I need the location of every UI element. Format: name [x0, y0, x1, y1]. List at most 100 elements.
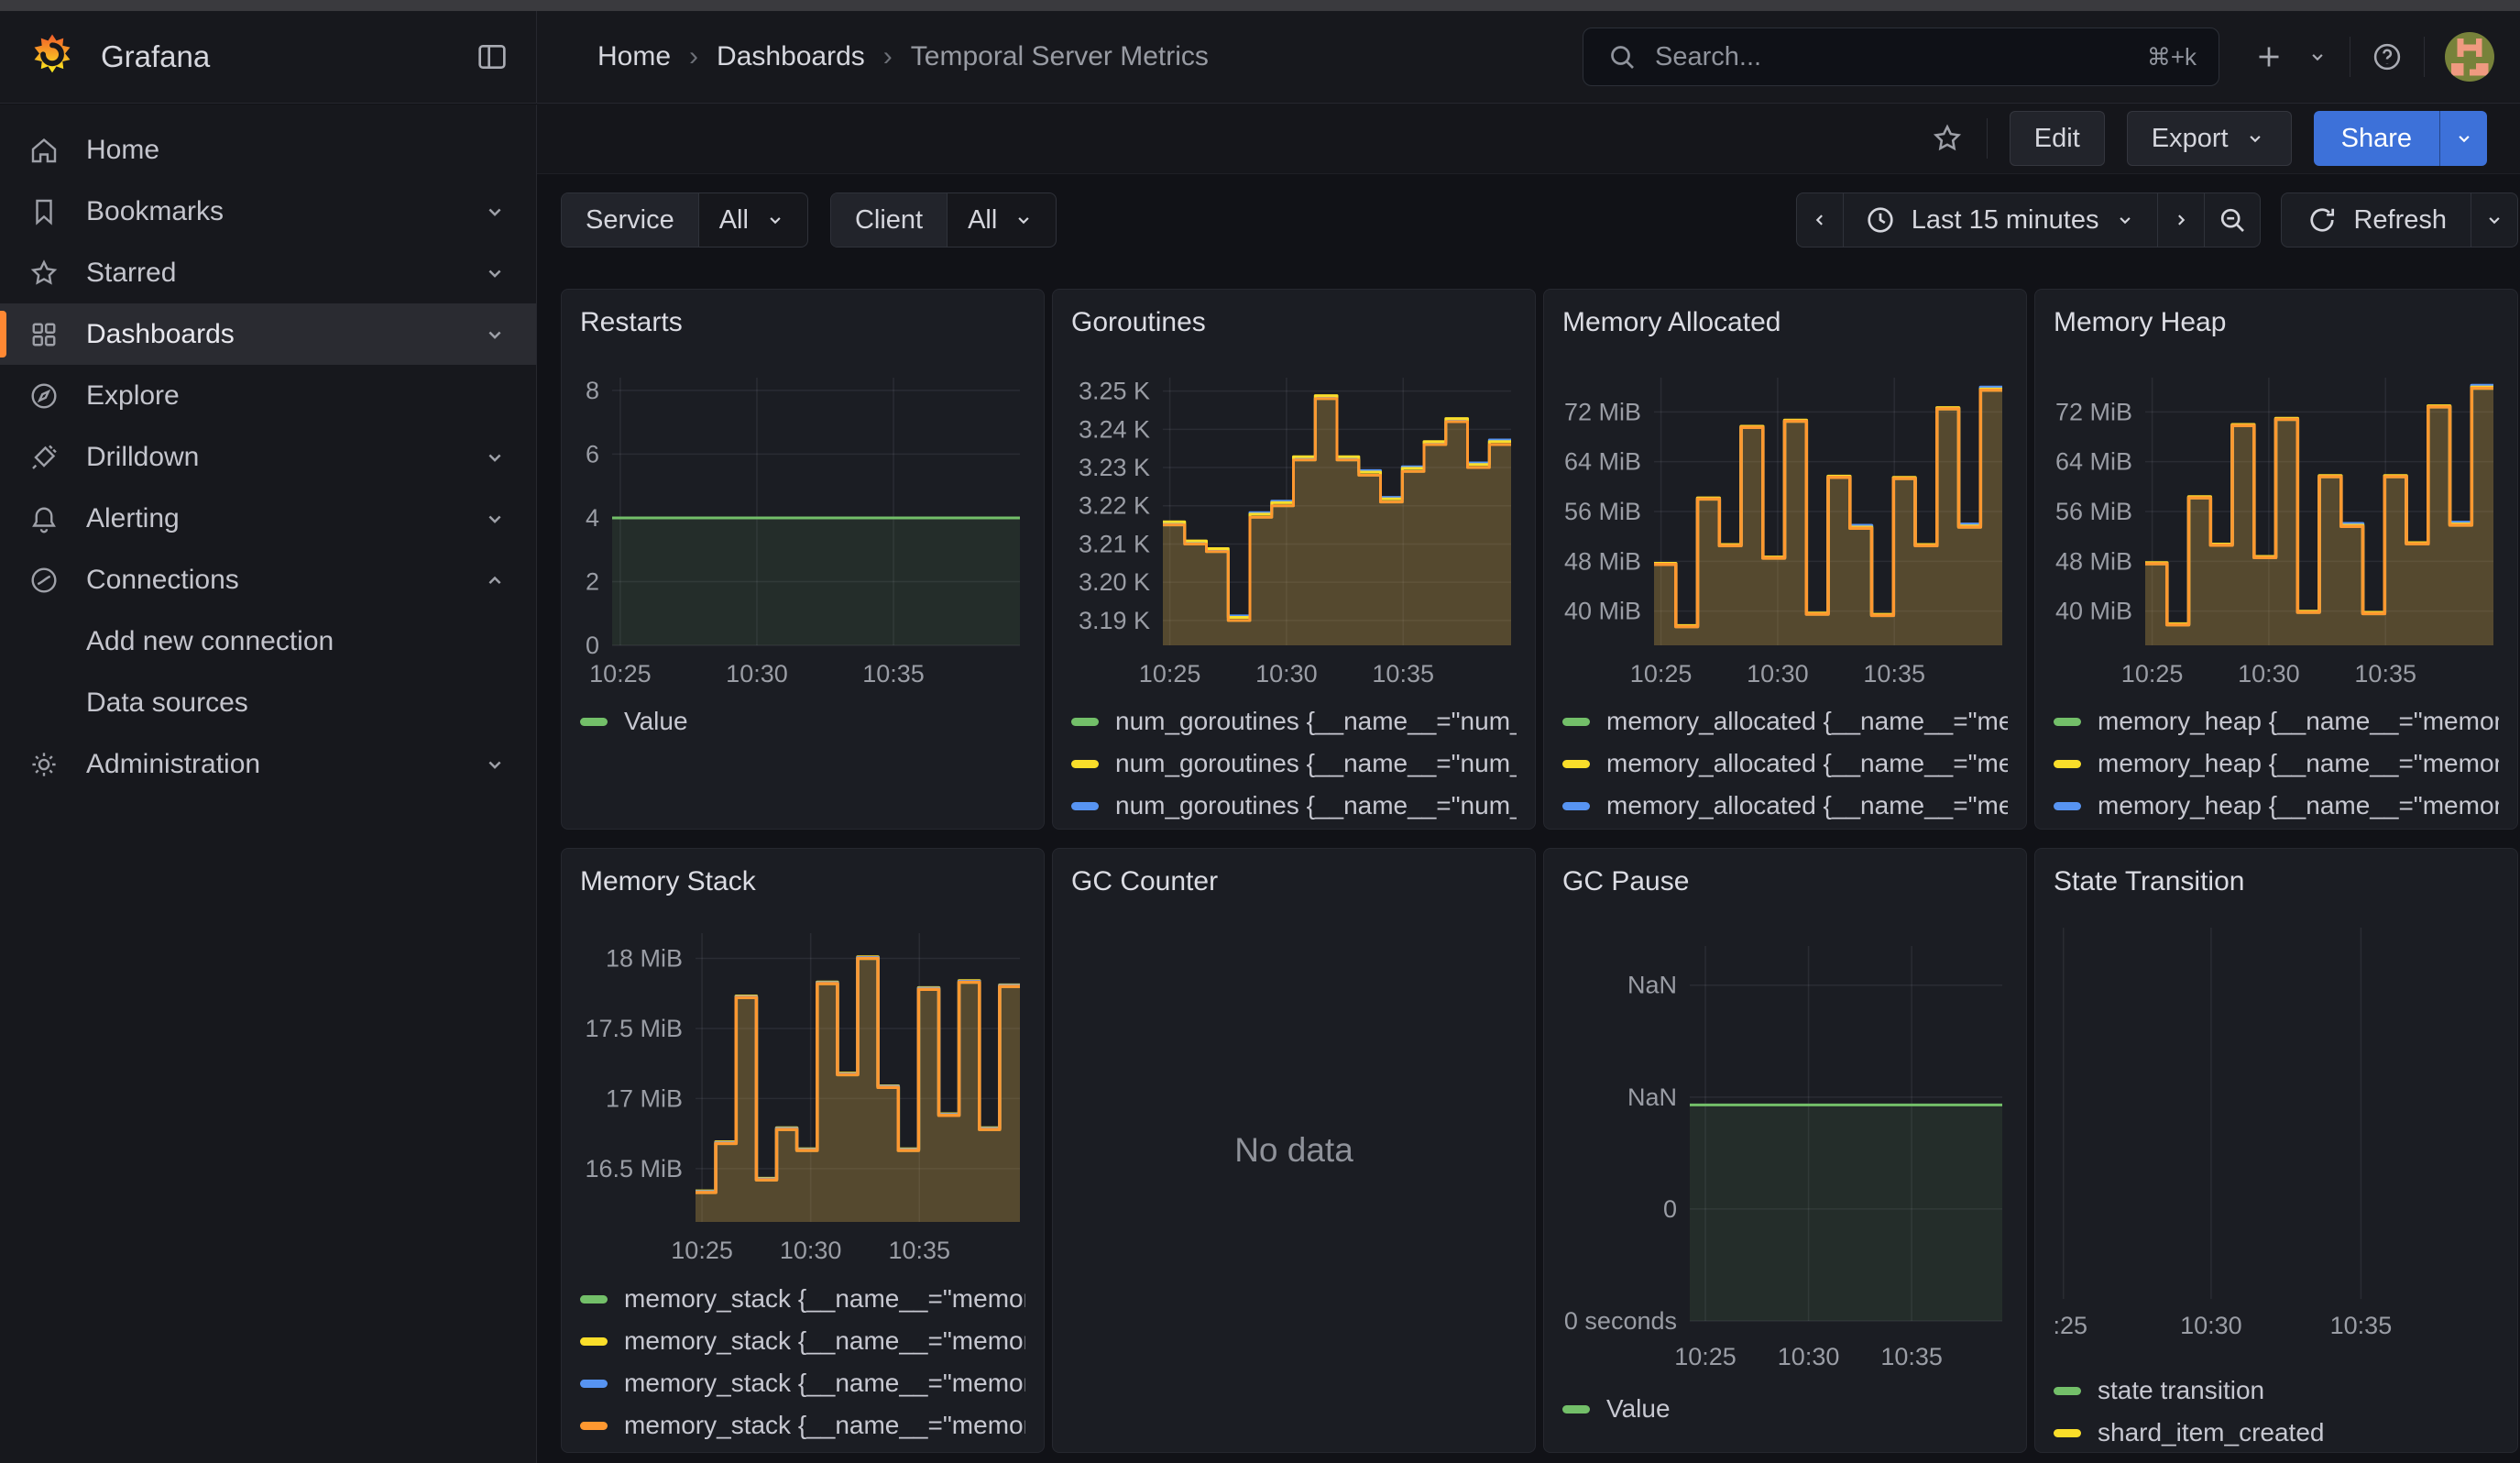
sidebar-item-label: Home: [86, 135, 509, 166]
sidebar-item-home[interactable]: Home: [0, 119, 536, 181]
chevron-down-icon[interactable]: [481, 505, 509, 533]
chevron-down-icon[interactable]: [481, 751, 509, 778]
legend-item[interactable]: state transition: [2054, 1370, 2499, 1412]
sidebar-toggle-icon[interactable]: [474, 38, 510, 75]
sidebar-item-label: Starred: [86, 258, 481, 289]
legend-item[interactable]: num_goroutines {__name__="num_go: [1071, 785, 1517, 827]
time-controls: Last 15 minutes Refresh: [1796, 192, 2518, 248]
chevron-down-icon[interactable]: [481, 321, 509, 348]
chevron-down-icon: [2482, 208, 2506, 232]
panel-memory-heap[interactable]: Memory Heap 40 MiB48 MiB56 MiB64 MiB72 M…: [2034, 289, 2518, 830]
svg-text:56 MiB: 56 MiB: [1564, 498, 1641, 525]
share-button[interactable]: Share: [2314, 111, 2439, 166]
legend-item[interactable]: memory_stack {__name__="memory_s: [580, 1278, 1025, 1320]
chevron-down-icon[interactable]: [481, 444, 509, 471]
panel-memory-allocated[interactable]: Memory Allocated 40 MiB48 MiB56 MiB64 Mi…: [1543, 289, 2027, 830]
sidebar-item-data-sources[interactable]: Data sources: [0, 672, 536, 733]
legend-label: memory_stack {__name__="memory_s: [624, 1411, 1025, 1440]
new-plus-icon[interactable]: [2252, 40, 2285, 73]
svg-text:56 MiB: 56 MiB: [2055, 498, 2132, 525]
gc-pause-chart[interactable]: 0 seconds0NaNNaN10:2510:3010:35: [1562, 909, 2010, 1386]
legend-item[interactable]: memory_heap {__name__="memory_h: [2054, 827, 2499, 830]
time-shift-back-button[interactable]: [1796, 192, 1844, 248]
service-filter-value[interactable]: All: [699, 193, 807, 247]
svg-text:3.24 K: 3.24 K: [1079, 415, 1150, 443]
sidebar-item-drilldown[interactable]: Drilldown: [0, 426, 536, 488]
goroutines-chart[interactable]: 3.19 K3.20 K3.21 K3.22 K3.23 K3.24 K3.25…: [1071, 350, 1518, 698]
new-chevron-down-icon[interactable]: [2306, 45, 2329, 69]
help-icon[interactable]: [2371, 40, 2404, 73]
export-button[interactable]: Export: [2127, 111, 2292, 166]
user-avatar[interactable]: [2445, 32, 2494, 82]
svg-text:17.5 MiB: 17.5 MiB: [585, 1015, 683, 1042]
legend-item[interactable]: memory_allocated {__name__="memo: [1562, 700, 2008, 742]
svg-text:10:25: 10:25: [671, 1237, 733, 1264]
panel-memory-stack[interactable]: Memory Stack 16.5 MiB17 MiB17.5 MiB18 Mi…: [561, 848, 1045, 1453]
legend-item[interactable]: num_goroutines {__name__="num_go: [1071, 700, 1517, 742]
chevron-down-icon[interactable]: [481, 259, 509, 287]
panel-gc-pause[interactable]: GC Pause 0 seconds0NaNNaN10:2510:3010:35…: [1543, 848, 2027, 1453]
grafana-app: Grafana Home › Dashboards › Temporal Ser…: [0, 0, 2520, 1463]
breadcrumb: Home › Dashboards › Temporal Server Metr…: [597, 41, 1209, 72]
client-filter-value[interactable]: All: [948, 193, 1056, 247]
sidebar-item-alerting[interactable]: Alerting: [0, 488, 536, 549]
favorite-star-icon[interactable]: [1930, 121, 1965, 156]
search-input[interactable]: Search... ⌘+k: [1583, 28, 2219, 86]
legend-item[interactable]: memory_heap {__name__="memory_h: [2054, 785, 2499, 827]
search-placeholder: Search...: [1655, 42, 1761, 72]
legend-item[interactable]: num_goroutines {__name__="num_go: [1071, 827, 1517, 830]
svg-text:40 MiB: 40 MiB: [2055, 598, 2132, 625]
breadcrumb-current: Temporal Server Metrics: [911, 41, 1209, 72]
sidebar-item-explore[interactable]: Explore: [0, 365, 536, 426]
refresh-interval-dropdown[interactable]: [2471, 192, 2518, 248]
panel-goroutines[interactable]: Goroutines 3.19 K3.20 K3.21 K3.22 K3.23 …: [1052, 289, 1536, 830]
chevron-up-icon[interactable]: [481, 566, 509, 594]
memory-allocated-chart[interactable]: 40 MiB48 MiB56 MiB64 MiB72 MiB10:2510:30…: [1562, 350, 2010, 698]
legend-label: num_goroutines {__name__="num_go: [1115, 749, 1517, 778]
chevron-down-icon[interactable]: [481, 198, 509, 226]
state-transition-chart[interactable]: 0:2510:3010:35: [2054, 909, 2501, 1368]
memory-heap-chart[interactable]: 40 MiB48 MiB56 MiB64 MiB72 MiB10:2510:30…: [2054, 350, 2501, 698]
legend-item[interactable]: num_goroutines {__name__="num_go: [1071, 742, 1517, 785]
legend-item[interactable]: Value: [1562, 1388, 2008, 1430]
legend-swatch: [1562, 760, 1590, 768]
time-shift-forward-button[interactable]: [2157, 192, 2205, 248]
refresh-button[interactable]: Refresh: [2281, 192, 2471, 248]
legend-label: state transition: [2098, 1376, 2264, 1405]
breadcrumb-home[interactable]: Home: [597, 41, 671, 72]
legend-item[interactable]: memory_heap {__name__="memory_h: [2054, 700, 2499, 742]
svg-text:10:35: 10:35: [2354, 660, 2416, 688]
legend-item[interactable]: memory_stack {__name__="memory_s: [580, 1404, 1025, 1446]
breadcrumb-dashboards[interactable]: Dashboards: [717, 41, 865, 72]
legend-item[interactable]: Value: [580, 700, 1025, 742]
sidebar-item-dashboards[interactable]: Dashboards: [0, 303, 536, 365]
memory-stack-chart[interactable]: 16.5 MiB17 MiB17.5 MiB18 MiB10:2510:3010…: [580, 909, 1027, 1276]
panel-gc-counter[interactable]: GC Counter No data: [1052, 848, 1536, 1453]
svg-text:3.23 K: 3.23 K: [1079, 454, 1150, 481]
sidebar-item-starred[interactable]: Starred: [0, 242, 536, 303]
restarts-chart[interactable]: 0246810:2510:3010:35: [580, 350, 1027, 698]
panel-restarts[interactable]: Restarts 0246810:2510:3010:35 Value: [561, 289, 1045, 830]
legend-swatch: [580, 1422, 608, 1430]
panel-state-transition[interactable]: State Transition 0:2510:3010:35 state tr…: [2034, 848, 2518, 1453]
grafana-logo: [26, 30, 79, 83]
sidebar-item-bookmarks[interactable]: Bookmarks: [0, 181, 536, 242]
sidebar-item-administration[interactable]: Administration: [0, 733, 536, 795]
share-dropdown-button[interactable]: [2439, 111, 2487, 166]
sidebar-item-connections[interactable]: Connections: [0, 549, 536, 610]
sidebar-item-add-new-connection[interactable]: Add new connection: [0, 610, 536, 672]
legend-item[interactable]: shard_item_created: [2054, 1412, 2499, 1453]
zoom-out-button[interactable]: [2204, 192, 2261, 248]
legend-item[interactable]: memory_stack {__name__="memory_s: [580, 1320, 1025, 1362]
chevron-down-icon: [1012, 208, 1035, 232]
share-split-button: Share: [2314, 111, 2487, 166]
edit-button[interactable]: Edit: [2010, 111, 2105, 166]
time-range-picker[interactable]: Last 15 minutes: [1843, 192, 2159, 248]
legend-item[interactable]: memory_stack {__name__="memory_s: [580, 1362, 1025, 1404]
legend-item[interactable]: memory_allocated {__name__="memo: [1562, 785, 2008, 827]
legend-item[interactable]: memory_allocated {__name__="memo: [1562, 827, 2008, 830]
sidebar-item-label: Explore: [86, 380, 509, 412]
legend-item[interactable]: memory_allocated {__name__="memo: [1562, 742, 2008, 785]
refresh-icon: [2306, 204, 2339, 236]
legend-item[interactable]: memory_heap {__name__="memory_h: [2054, 742, 2499, 785]
